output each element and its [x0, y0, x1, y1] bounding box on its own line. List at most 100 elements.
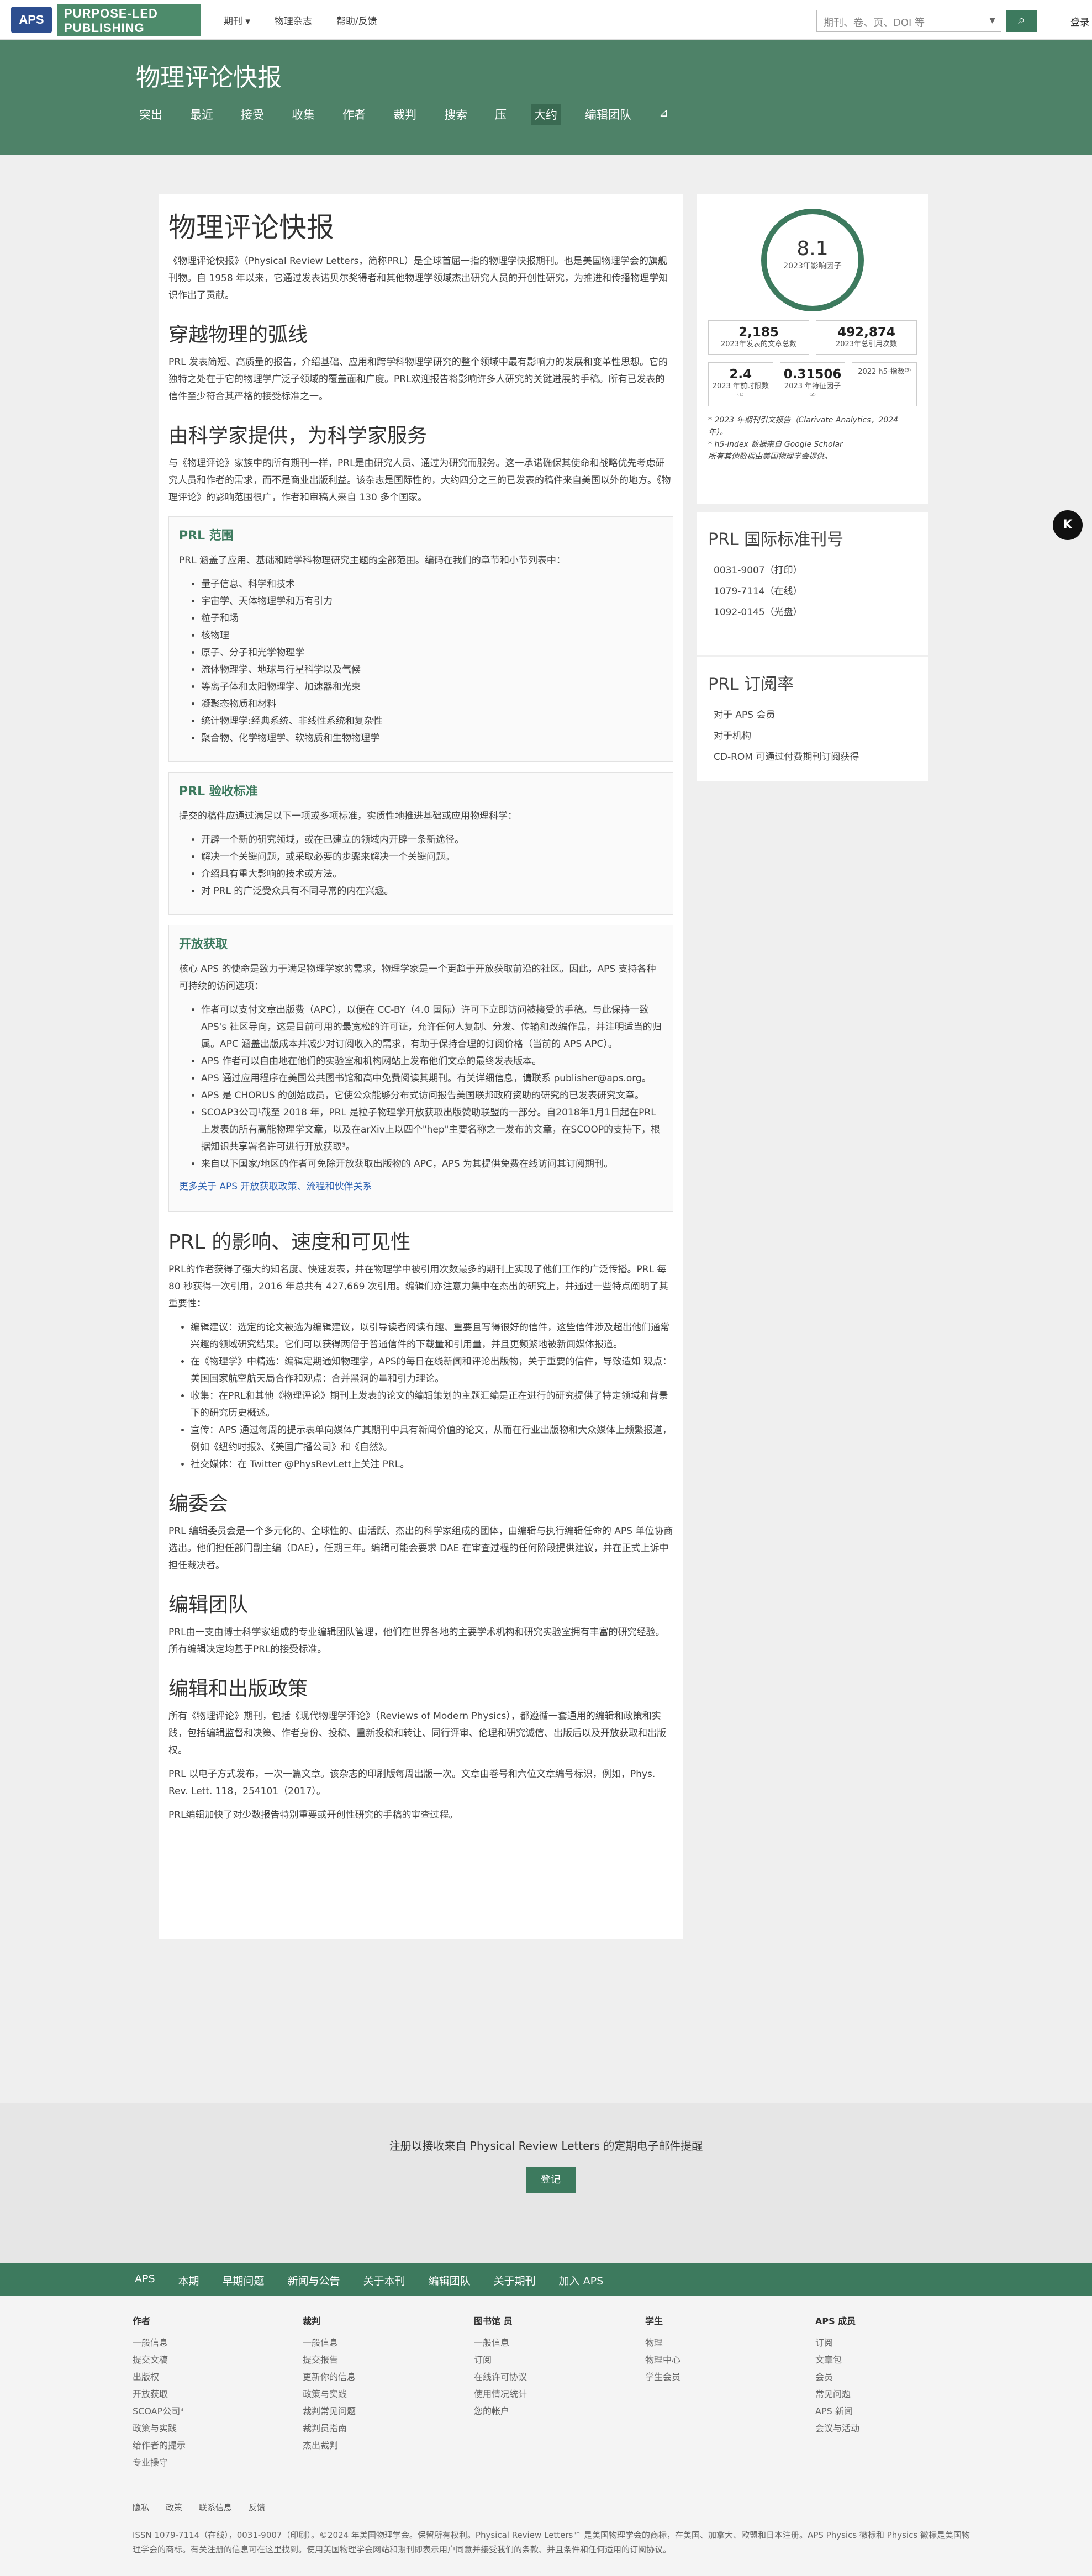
footer-link[interactable]: 政策与实践 [303, 2385, 356, 2403]
section-heading: 编委会 [168, 1493, 229, 1515]
publisher-logo[interactable]: PURPOSE-LED PUBLISHING [57, 4, 201, 36]
metrics-note: 所有其他数据由美国物理学会提供。 [708, 452, 832, 461]
footer-link[interactable]: 政策与实践 [133, 2420, 186, 2437]
footer-link[interactable]: 文章包 [815, 2351, 859, 2368]
section-text: PRL编辑加快了对少数报告特别重要或开创性研究的手稿的审查过程。 [168, 1810, 458, 1821]
footer-link[interactable]: 在线许可协议 [474, 2368, 527, 2385]
nav-referees[interactable]: 裁判 [390, 104, 420, 125]
stat-value: 0.31506 [783, 367, 842, 382]
footer-small-link[interactable]: 政策 [166, 2501, 182, 2513]
footer-link[interactable]: 一般信息 [133, 2334, 186, 2351]
footer-link[interactable]: 常见问题 [815, 2385, 859, 2403]
footer: 作者 一般信息 提交文稿 出版权 开放获取 SCOAP公司³ 政策与实践 给作者… [0, 2296, 1092, 2576]
section-heading: 穿越物理的弧线 [168, 324, 308, 346]
list-item: 宇宙学、天体物理学和万有引力 [201, 593, 663, 610]
footer-nav-item[interactable]: 编辑团队 [429, 2273, 471, 2288]
scope-intro: PRL 涵盖了应用、基础和跨学科物理研究主题的全部范围。编码在我们的章节和小节列… [179, 555, 566, 566]
section-text: PRL由一支由博士科学家组成的专业编辑团队管理，他们在世界各地的主要学术机构和研… [168, 1627, 665, 1655]
journal-title[interactable]: 物理评论快报 [136, 57, 282, 93]
nav-about[interactable]: 大约 [531, 104, 561, 125]
footer-col-referees: 裁判 一般信息 提交报告 更新你的信息 政策与实践 裁判常见问题 裁判员指南 杰… [303, 2313, 356, 2454]
open-access-title: 开放获取 [179, 938, 228, 951]
nav-recent[interactable]: 最近 [187, 104, 217, 125]
footer-link[interactable]: 杰出裁判 [303, 2437, 356, 2454]
footer-link[interactable]: 一般信息 [303, 2334, 356, 2351]
footer-link[interactable]: APS 新闻 [815, 2403, 859, 2420]
footer-link[interactable]: 提交文稿 [133, 2351, 186, 2368]
footer-nav-item[interactable]: 新闻与公告 [288, 2273, 340, 2288]
footer-nav-item[interactable]: 加入 APS [559, 2273, 604, 2288]
register-button[interactable]: 登记 [526, 2167, 576, 2193]
subscription-institutions[interactable]: 对于机构 [708, 726, 917, 747]
nav-highlights[interactable]: 突出 [136, 104, 166, 125]
footer-link[interactable]: 使用情况统计 [474, 2385, 527, 2403]
nav-search[interactable]: 搜索 [441, 104, 471, 125]
aps-logo[interactable]: APS [11, 7, 52, 33]
top-nav-physics[interactable]: 物理杂志 [275, 13, 312, 27]
footer-link[interactable]: 提交报告 [303, 2351, 356, 2368]
footer-link[interactable]: 物理中心 [645, 2351, 680, 2368]
footer-link[interactable]: 物理 [645, 2334, 680, 2351]
nav-collections[interactable]: 收集 [288, 104, 318, 125]
scope-title: PRL 范围 [179, 529, 234, 543]
footer-link[interactable]: 订阅 [474, 2351, 527, 2368]
issn-print: 0031-9007（打印） [714, 565, 803, 576]
footer-nav-item[interactable]: 关于本刊 [363, 2273, 405, 2288]
footer-link[interactable]: 一般信息 [474, 2334, 527, 2351]
footer-link[interactable]: 开放获取 [133, 2385, 186, 2403]
subscription-members[interactable]: 对于 APS 会员 [708, 705, 917, 726]
footer-small-link[interactable]: 隐私 [133, 2501, 149, 2513]
open-access-box: 开放获取 核心 APS 的使命是致力于满足物理学家的需求，物理学家是一个更趋于开… [168, 925, 673, 1212]
footer-nav-item[interactable]: APS [135, 2273, 155, 2288]
acceptance-title: PRL 验收标准 [179, 785, 258, 798]
list-item: 社交媒体：在 Twitter @PhysRevLett上关注 PRL。 [191, 1456, 673, 1473]
list-item: 等离子体和太阳物理学、加速器和光束 [201, 679, 663, 696]
login-link[interactable]: 登录 [1070, 14, 1089, 28]
list-item: APS 作者可以自由地在他们的实验室和机构网站上发布他们文章的最终发表版本。 [201, 1053, 663, 1070]
floating-action-button[interactable]: K [1053, 510, 1083, 540]
footer-link[interactable]: 会议与活动 [815, 2420, 859, 2437]
footer-small-link[interactable]: 联系信息 [199, 2501, 232, 2513]
section-text: PRL 以电子方式发布，一次一篇文章。该杂志的印刷版每周出版一次。文章由卷号和六… [168, 1769, 656, 1797]
rss-icon[interactable]: ⊿ [656, 104, 672, 125]
footer-link[interactable]: 更新你的信息 [303, 2368, 356, 2385]
subscription-cdrom[interactable]: CD-ROM 可通过付费期刊订阅获得 [708, 747, 917, 768]
footer-nav-item[interactable]: 早期问题 [223, 2273, 265, 2288]
footer-small-links: 隐私 政策 联系信息 反馈 [133, 2501, 265, 2513]
top-nav-help[interactable]: 帮助/反馈 [336, 13, 377, 27]
footer-col-librarians: 图书馆 员 一般信息 订阅 在线许可协议 使用情况统计 您的帐户 [474, 2313, 527, 2420]
nav-accepted[interactable]: 接受 [238, 104, 267, 125]
search-input[interactable]: 期刊、卷、页、DOI 等 ▼ [816, 10, 1001, 32]
section-text: PRL的作者获得了强大的知名度、快速发表，并在物理学中被引用次数最多的期刊上实现… [168, 1264, 668, 1309]
footer-nav-item[interactable]: 本期 [178, 2273, 199, 2288]
chevron-down-icon[interactable]: ▼ [989, 16, 995, 25]
footer-link[interactable]: 给作者的提示 [133, 2437, 186, 2454]
footer-link[interactable]: 专业操守 [133, 2454, 186, 2471]
metrics-note[interactable]: * h5-index 数据来自 Google Scholar [708, 438, 917, 451]
stat-label: 2022 h5-指数⁽³⁾ [858, 368, 911, 376]
nav-editorial-team[interactable]: 编辑团队 [582, 104, 635, 125]
issn-panel: PRL 国际标准刊号 0031-9007（打印） 1079-7114（在线） 1… [697, 512, 928, 655]
stat-label: 2023年发表的文章总数 [720, 340, 797, 348]
search-button[interactable]: ⌕ [1006, 10, 1037, 32]
footer-link[interactable]: 您的帐户 [474, 2403, 527, 2420]
list-item: 核物理 [201, 627, 663, 644]
footer-nav-item[interactable]: 关于期刊 [494, 2273, 536, 2288]
open-access-more-link[interactable]: 更多关于 APS 开放获取政策、流程和伙伴关系 [179, 1181, 372, 1192]
footer-small-link[interactable]: 反馈 [249, 2501, 265, 2513]
open-access-intro: 核心 APS 的使命是致力于满足物理学家的需求，物理学家是一个更趋于开放获取前沿… [179, 964, 656, 992]
footer-link[interactable]: 会员 [815, 2368, 859, 2385]
top-nav-journals[interactable]: 期刊 ▾ [224, 13, 250, 27]
footer-link[interactable]: 裁判常见问题 [303, 2403, 356, 2420]
nav-authors[interactable]: 作者 [339, 104, 369, 125]
footer-link[interactable]: 裁判员指南 [303, 2420, 356, 2437]
footer-link[interactable]: 订阅 [815, 2334, 859, 2351]
footer-link[interactable]: SCOAP公司³ [133, 2403, 186, 2420]
footer-link[interactable]: 出版权 [133, 2368, 186, 2385]
list-item: 介绍具有重大影响的技术或方法。 [201, 866, 663, 883]
footer-link[interactable]: 学生会员 [645, 2368, 680, 2385]
stat-box: 2.4 2023 年前时限数⁽¹⁾ [708, 362, 773, 406]
subscription-panel: PRL 订阅率 对于 APS 会员 对于机构 CD-ROM 可通过付费期刊订阅获… [697, 657, 928, 781]
nav-press[interactable]: 压 [492, 104, 510, 125]
footer-col-heading: 学生 [645, 2316, 663, 2326]
